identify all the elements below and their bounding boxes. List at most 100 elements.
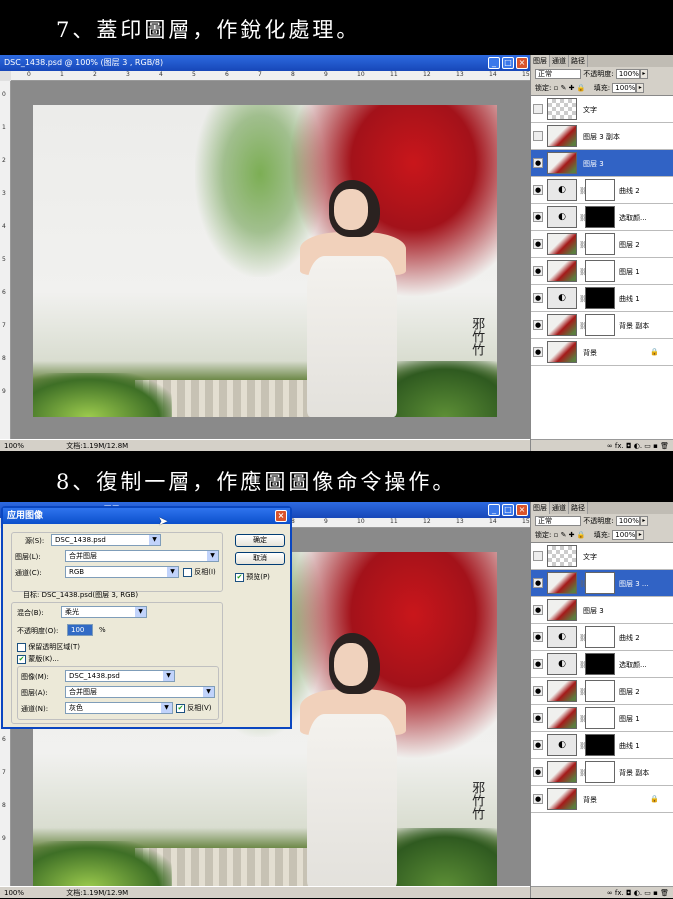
- layer-name[interactable]: 背景 副本: [619, 768, 649, 778]
- visibility-eye-icon[interactable]: ●: [533, 347, 543, 357]
- blending-select[interactable]: 柔光 ▼: [61, 606, 147, 618]
- layer-mask-thumbnail[interactable]: [585, 314, 615, 336]
- tab-channels-2[interactable]: 通道: [550, 502, 569, 514]
- layer-row[interactable]: ● ⛓ 图层 3 ...: [531, 570, 673, 597]
- ok-button[interactable]: 确定: [235, 534, 285, 547]
- layer-row[interactable]: ● 图层 3: [531, 597, 673, 624]
- layer-mask-thumbnail[interactable]: [585, 206, 615, 228]
- visibility-eye-icon[interactable]: ●: [533, 212, 543, 222]
- visibility-eye-icon[interactable]: ●: [533, 794, 543, 804]
- layer-mask-thumbnail[interactable]: [585, 287, 615, 309]
- opacity-field[interactable]: 100: [67, 624, 93, 636]
- layer-name[interactable]: 曲线 1: [619, 294, 640, 304]
- layer-name[interactable]: 图层 3 副本: [583, 132, 620, 142]
- layer-row[interactable]: 图层 3 副本: [531, 123, 673, 150]
- layer-name[interactable]: 图层 1: [619, 267, 640, 277]
- layer-name[interactable]: 图层 2: [619, 240, 640, 250]
- layer-name[interactable]: 图层 1: [619, 714, 640, 724]
- fill-arrow-icon-2[interactable]: ▸: [636, 530, 645, 540]
- zoom-readout-2[interactable]: 100%: [4, 889, 24, 897]
- layer-thumbnail[interactable]: [547, 125, 577, 147]
- channel-select[interactable]: RGB ▼: [65, 566, 179, 578]
- document-window[interactable]: DSC_1438.psd @ 100% (图层 3 , RGB/8) _ □ ×…: [0, 55, 530, 451]
- layer-thumbnail[interactable]: [547, 260, 577, 282]
- visibility-eye-icon[interactable]: ●: [533, 320, 543, 330]
- layer-thumbnail[interactable]: [547, 98, 577, 120]
- visibility-eye-icon[interactable]: ●: [533, 605, 543, 615]
- visibility-eye-icon[interactable]: ●: [533, 659, 543, 669]
- layer-thumbnail[interactable]: ◐: [547, 734, 577, 756]
- tab-layers[interactable]: 图层: [531, 55, 550, 67]
- layer-name[interactable]: 图层 3: [583, 159, 604, 169]
- document-titlebar[interactable]: DSC_1438.psd @ 100% (图层 3 , RGB/8) _ □ ×: [0, 55, 530, 71]
- layer-name[interactable]: 曲线 2: [619, 633, 640, 643]
- opacity-input[interactable]: 100%: [615, 69, 640, 79]
- layer-mask-thumbnail[interactable]: [585, 707, 615, 729]
- layer-thumbnail[interactable]: [547, 152, 577, 174]
- tab-layers-2[interactable]: 图层: [531, 502, 550, 514]
- tab-channels[interactable]: 通道: [550, 55, 569, 67]
- layer-row[interactable]: ● ⛓ 图层 2: [531, 231, 673, 258]
- visibility-eye-icon[interactable]: ●: [533, 578, 543, 588]
- visibility-eye-icon[interactable]: ●: [533, 632, 543, 642]
- mask-checkbox[interactable]: ✔ 蒙版(K)...: [17, 654, 59, 664]
- preserve-transparency-checkbox[interactable]: 保留透明区域(T): [17, 642, 80, 652]
- layer-mask-thumbnail[interactable]: [585, 734, 615, 756]
- layer-name[interactable]: 曲线 1: [619, 741, 640, 751]
- panel-footer-icons[interactable]: ∞ fx. ◘ ◐. ▭ ▪ 🗑: [531, 439, 673, 451]
- layer-mask-thumbnail[interactable]: [585, 260, 615, 282]
- maximize-button-2[interactable]: □: [502, 504, 514, 516]
- layer-name[interactable]: 文字: [583, 105, 597, 115]
- layer-row[interactable]: 文字: [531, 543, 673, 570]
- layer-thumbnail[interactable]: [547, 599, 577, 621]
- visibility-eye-icon[interactable]: [533, 131, 543, 141]
- panel-footer-icons-2[interactable]: ∞ fx. ◘ ◐. ▭ ▪ 🗑: [531, 886, 673, 898]
- layer-thumbnail[interactable]: ◐: [547, 287, 577, 309]
- layers-list-2[interactable]: 文字 ● ⛓ 图层 3 ... ● 图层 3 ● ◐ ⛓ 曲线 2 ● ◐ ⛓ 选取颜... ● ⛓ 图层 2 ●…: [531, 542, 673, 886]
- layer-thumbnail[interactable]: [547, 680, 577, 702]
- layer-thumbnail[interactable]: ◐: [547, 626, 577, 648]
- layer-thumbnail[interactable]: [547, 233, 577, 255]
- minimize-button[interactable]: _: [488, 57, 500, 69]
- layer-row[interactable]: ● ⛓ 图层 1: [531, 258, 673, 285]
- opacity-input-2[interactable]: 100%: [615, 516, 640, 526]
- visibility-eye-icon[interactable]: [533, 551, 543, 561]
- visibility-eye-icon[interactable]: ●: [533, 239, 543, 249]
- tab-paths[interactable]: 路径: [569, 55, 588, 67]
- layer-name[interactable]: 文字: [583, 552, 597, 562]
- visibility-eye-icon[interactable]: ●: [533, 767, 543, 777]
- layer-thumbnail[interactable]: ◐: [547, 179, 577, 201]
- cancel-button[interactable]: 取消: [235, 552, 285, 565]
- layer-row[interactable]: ● ◐ ⛓ 曲线 1: [531, 732, 673, 759]
- layer-name[interactable]: 选取颜...: [619, 213, 647, 223]
- layers-list[interactable]: 文字 图层 3 副本 ● 图层 3 ● ◐ ⛓ 曲线 2 ● ◐ ⛓ 选取颜... ● ⛓ 图层 2 ● ⛓ 图层…: [531, 95, 673, 439]
- layer-thumbnail[interactable]: [547, 341, 577, 363]
- layer-mask-thumbnail[interactable]: [585, 572, 615, 594]
- visibility-eye-icon[interactable]: ●: [533, 713, 543, 723]
- layer-row[interactable]: ● ◐ ⛓ 曲线 1: [531, 285, 673, 312]
- layers-panel[interactable]: 图层 通道 路径 正常 不透明度: 100% ▸ 锁定: ▫ ✎ ✚ 🔒 填充: 10…: [530, 55, 673, 451]
- layer-thumbnail[interactable]: [547, 314, 577, 336]
- visibility-eye-icon[interactable]: ●: [533, 185, 543, 195]
- layer-row[interactable]: ● ⛓ 图层 2: [531, 678, 673, 705]
- layer-name[interactable]: 图层 2: [619, 687, 640, 697]
- blend-mode-select[interactable]: 正常: [535, 69, 581, 79]
- close-button[interactable]: ×: [516, 57, 528, 69]
- source-select[interactable]: DSC_1438.psd ▼: [51, 534, 161, 546]
- mask-layer-select[interactable]: 合并图层 ▼: [65, 686, 215, 698]
- visibility-eye-icon[interactable]: ●: [533, 740, 543, 750]
- layer-row[interactable]: ● 背景 🔒: [531, 786, 673, 813]
- apply-image-dialog[interactable]: 应用图像 × 源(S): DSC_1438.psd ▼ 图层(L): 合并图层 ▼ …: [1, 506, 292, 729]
- layer-row[interactable]: ● ⛓ 背景 副本: [531, 312, 673, 339]
- dialog-titlebar[interactable]: 应用图像 ×: [3, 508, 290, 524]
- layer-name[interactable]: 图层 3: [583, 606, 604, 616]
- layer-name[interactable]: 背景 副本: [619, 321, 649, 331]
- layer-row[interactable]: 文字: [531, 96, 673, 123]
- invert-checkbox[interactable]: 反相(I): [183, 567, 216, 577]
- visibility-eye-icon[interactable]: ●: [533, 158, 543, 168]
- layer-row[interactable]: ● ◐ ⛓ 选取颜...: [531, 204, 673, 231]
- tab-paths-2[interactable]: 路径: [569, 502, 588, 514]
- layer-mask-thumbnail[interactable]: [585, 653, 615, 675]
- layer-mask-thumbnail[interactable]: [585, 179, 615, 201]
- fill-arrow-icon[interactable]: ▸: [636, 83, 645, 93]
